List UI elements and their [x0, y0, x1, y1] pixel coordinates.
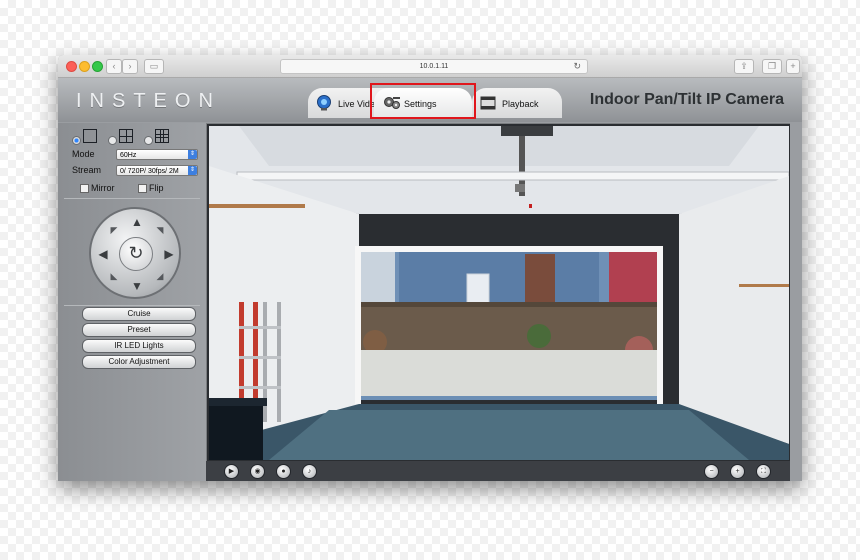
camera-title: Indoor Pan/Tilt IP Camera — [589, 91, 784, 108]
preset-button[interactable]: Preset — [82, 323, 196, 337]
mode-label: Mode — [72, 149, 95, 159]
control-panel: Mode 60Hz ⇕ Stream 0/ 720P/ 30fps/ 2M ⇕ … — [58, 123, 206, 481]
stream-select[interactable]: 0/ 720P/ 30fps/ 2M ⇕ — [116, 165, 198, 176]
layout-quad-option[interactable] — [108, 129, 144, 145]
audio-icon[interactable]: ♪ — [302, 464, 317, 479]
tabs-overview-button[interactable]: ❐ — [762, 59, 782, 74]
select-arrow-icon: ⇕ — [188, 150, 197, 159]
stream-value: 0/ 720P/ 30fps/ 2M — [120, 168, 179, 175]
pan-tilt-pad: ▲ ▼ ◀ ▶ ◤ ◥ ◣ ◢ ↻ — [89, 207, 181, 299]
mirror-checkbox[interactable] — [80, 184, 89, 193]
reload-icon[interactable]: ↻ — [573, 60, 581, 73]
layout-nine-option[interactable] — [144, 129, 180, 145]
sidebar-toggle-button[interactable]: ▭ — [144, 59, 164, 74]
down-left-arrow-icon[interactable]: ◣ — [107, 271, 121, 282]
divider — [64, 198, 200, 199]
pan-right-arrow-icon[interactable]: ▶ — [162, 247, 176, 261]
up-left-arrow-icon[interactable]: ◤ — [107, 225, 121, 236]
insteon-logo: INSTEON — [76, 90, 221, 112]
radio-layout-quad[interactable] — [108, 136, 117, 145]
browser-window: ‹ › ▭ 10.0.1.11 ↻ ⇪ ❐ + INSTEON Live Vid… — [58, 55, 802, 481]
down-right-arrow-icon[interactable]: ◢ — [153, 271, 167, 282]
tilt-down-arrow-icon[interactable]: ▼ — [130, 279, 144, 293]
snapshot-icon[interactable]: ◉ — [250, 464, 265, 479]
close-window-button[interactable] — [66, 61, 77, 72]
film-icon — [480, 96, 496, 110]
camera-lens-icon — [317, 95, 331, 111]
pan-left-arrow-icon[interactable]: ◀ — [96, 247, 110, 261]
ir-led-lights-button[interactable]: IR LED Lights — [82, 339, 196, 353]
mirror-label: Mirror — [91, 183, 115, 193]
video-feed-frame — [206, 123, 792, 463]
cruise-button[interactable]: Cruise — [82, 307, 196, 321]
tilt-up-arrow-icon[interactable]: ▲ — [130, 215, 144, 229]
play-icon[interactable]: ▶ — [224, 464, 239, 479]
tab-playback-label: Playback — [502, 99, 539, 109]
home-center-button[interactable]: ↻ — [119, 237, 153, 271]
up-right-arrow-icon[interactable]: ◥ — [153, 225, 167, 236]
single-view-icon — [83, 129, 97, 143]
nine-view-icon — [155, 129, 169, 143]
color-adjustment-button[interactable]: Color Adjustment — [82, 355, 196, 369]
divider — [64, 305, 200, 306]
settings-highlight-box — [370, 83, 476, 119]
radio-layout-nine[interactable] — [144, 136, 153, 145]
flip-label: Flip — [149, 183, 164, 193]
fullscreen-icon[interactable]: ⛶ — [756, 464, 771, 479]
forward-button[interactable]: › — [122, 59, 138, 74]
select-arrow-icon: ⇕ — [188, 166, 197, 175]
radio-layout-single[interactable] — [72, 136, 81, 145]
right-panel-edge — [790, 123, 802, 481]
share-button[interactable]: ⇪ — [734, 59, 754, 74]
flip-checkbox[interactable] — [138, 184, 147, 193]
back-button[interactable]: ‹ — [106, 59, 122, 74]
minimize-window-button[interactable] — [79, 61, 90, 72]
stream-label: Stream — [72, 165, 102, 175]
zoom-in-icon[interactable]: + — [730, 464, 745, 479]
tab-playback[interactable]: Playback — [472, 88, 562, 118]
address-bar[interactable]: 10.0.1.11 ↻ — [280, 59, 588, 74]
live-camera-image[interactable] — [209, 126, 789, 460]
layout-single-option[interactable] — [72, 129, 108, 145]
browser-toolbar: ‹ › ▭ 10.0.1.11 ↻ ⇪ ❐ + — [58, 55, 802, 78]
video-control-bar: ▶ ◉ ● ♪ − + ⛶ — [206, 461, 790, 481]
new-tab-button[interactable]: + — [786, 59, 800, 74]
quad-view-icon — [119, 129, 133, 143]
mode-value: 60Hz — [120, 152, 137, 159]
mode-select[interactable]: 60Hz ⇕ — [116, 149, 198, 160]
url-text: 10.0.1.11 — [419, 63, 449, 70]
zoom-out-icon[interactable]: − — [704, 464, 719, 479]
record-icon[interactable]: ● — [276, 464, 291, 479]
zoom-window-button[interactable] — [92, 61, 103, 72]
